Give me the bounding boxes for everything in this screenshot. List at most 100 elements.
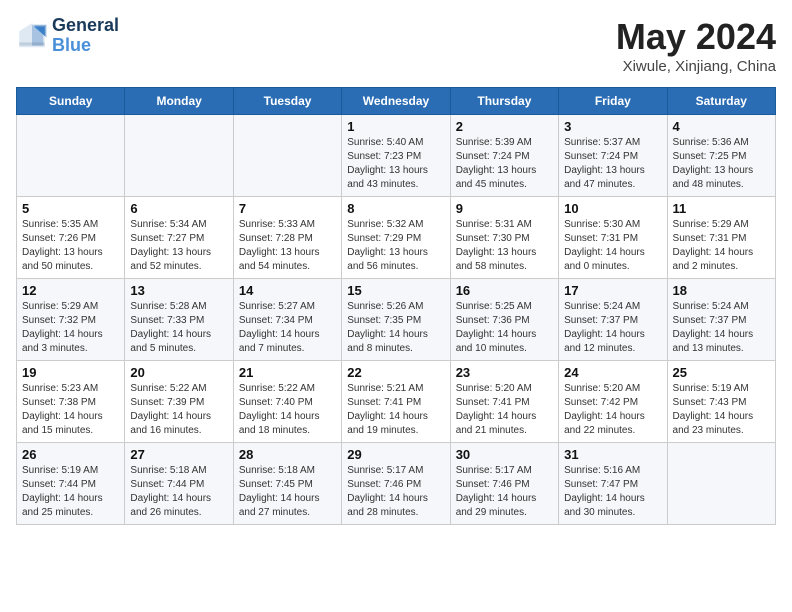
cell-info: Sunrise: 5:34 AM Sunset: 7:27 PM Dayligh… — [130, 218, 227, 274]
calendar-cell: 27 Sunrise: 5:18 AM Sunset: 7:44 PM Dayli… — [125, 443, 233, 525]
day-number: 1 — [347, 119, 444, 134]
day-header-friday: Friday — [559, 88, 667, 115]
day-number: 20 — [130, 365, 227, 380]
cell-info: Sunrise: 5:29 AM Sunset: 7:31 PM Dayligh… — [673, 218, 770, 274]
day-number: 2 — [456, 119, 553, 134]
calendar-cell: 24 Sunrise: 5:20 AM Sunset: 7:42 PM Dayli… — [559, 361, 667, 443]
day-number: 17 — [564, 283, 661, 298]
week-row-5: 26 Sunrise: 5:19 AM Sunset: 7:44 PM Dayli… — [17, 443, 776, 525]
cell-info: Sunrise: 5:17 AM Sunset: 7:46 PM Dayligh… — [456, 464, 553, 520]
week-row-4: 19 Sunrise: 5:23 AM Sunset: 7:38 PM Dayli… — [17, 361, 776, 443]
cell-info: Sunrise: 5:18 AM Sunset: 7:45 PM Dayligh… — [239, 464, 336, 520]
calendar-cell: 21Sunrise: 5:22 AM Sunset: 7:40 PM Dayli… — [233, 361, 341, 443]
day-header-monday: Monday — [125, 88, 233, 115]
cell-info: Sunrise: 5:30 AM Sunset: 7:31 PM Dayligh… — [564, 218, 661, 274]
cell-info: Sunrise: 5:19 AM Sunset: 7:44 PM Dayligh… — [22, 464, 119, 520]
day-number: 28 — [239, 447, 336, 462]
day-number: 25 — [673, 365, 770, 380]
calendar-cell: 15 Sunrise: 5:26 AM Sunset: 7:35 PM Dayli… — [342, 279, 450, 361]
cell-info: Sunrise: 5:20 AM Sunset: 7:42 PM Dayligh… — [564, 382, 661, 438]
page-header: General Blue May 2024 Xiwule, Xinjiang, … — [16, 16, 776, 75]
day-number: 19 — [22, 365, 119, 380]
cell-info: Sunrise: 5:22 AM Sunset: 7:39 PM Dayligh… — [130, 382, 227, 438]
day-number: 29 — [347, 447, 444, 462]
day-number: 4 — [673, 119, 770, 134]
day-number: 7 — [239, 201, 336, 216]
calendar-cell: 29 Sunrise: 5:17 AM Sunset: 7:46 PM Dayli… — [342, 443, 450, 525]
cell-info: Sunrise: 5:33 AM Sunset: 7:28 PM Dayligh… — [239, 218, 336, 274]
calendar-cell — [667, 443, 775, 525]
day-number: 27 — [130, 447, 227, 462]
day-number: 22 — [347, 365, 444, 380]
day-number: 5 — [22, 201, 119, 216]
cell-info: Sunrise: 5:23 AM Sunset: 7:38 PM Dayligh… — [22, 382, 119, 438]
calendar-cell — [17, 115, 125, 197]
cell-info: Sunrise: 5:17 AM Sunset: 7:46 PM Dayligh… — [347, 464, 444, 520]
day-number: 18 — [673, 283, 770, 298]
calendar-cell: 18Sunrise: 5:24 AM Sunset: 7:37 PM Dayli… — [667, 279, 775, 361]
week-row-1: 1Sunrise: 5:40 AM Sunset: 7:23 PM Daylig… — [17, 115, 776, 197]
day-number: 31 — [564, 447, 661, 462]
day-number: 15 — [347, 283, 444, 298]
calendar-cell: 20 Sunrise: 5:22 AM Sunset: 7:39 PM Dayli… — [125, 361, 233, 443]
cell-info: Sunrise: 5:37 AM Sunset: 7:24 PM Dayligh… — [564, 136, 661, 192]
calendar-cell: 17 Sunrise: 5:24 AM Sunset: 7:37 PM Dayli… — [559, 279, 667, 361]
day-number: 12 — [22, 283, 119, 298]
calendar-cell: 10 Sunrise: 5:30 AM Sunset: 7:31 PM Dayli… — [559, 197, 667, 279]
month-title: May 2024 — [616, 16, 776, 58]
day-header-saturday: Saturday — [667, 88, 775, 115]
calendar-cell: 4Sunrise: 5:36 AM Sunset: 7:25 PM Daylig… — [667, 115, 775, 197]
cell-info: Sunrise: 5:24 AM Sunset: 7:37 PM Dayligh… — [564, 300, 661, 356]
calendar-cell: 13 Sunrise: 5:28 AM Sunset: 7:33 PM Dayli… — [125, 279, 233, 361]
day-header-wednesday: Wednesday — [342, 88, 450, 115]
cell-info: Sunrise: 5:28 AM Sunset: 7:33 PM Dayligh… — [130, 300, 227, 356]
day-number: 16 — [456, 283, 553, 298]
cell-info: Sunrise: 5:19 AM Sunset: 7:43 PM Dayligh… — [673, 382, 770, 438]
week-row-2: 5Sunrise: 5:35 AM Sunset: 7:26 PM Daylig… — [17, 197, 776, 279]
calendar-cell: 5Sunrise: 5:35 AM Sunset: 7:26 PM Daylig… — [17, 197, 125, 279]
logo: General Blue — [16, 16, 119, 56]
cell-info: Sunrise: 5:26 AM Sunset: 7:35 PM Dayligh… — [347, 300, 444, 356]
day-header-thursday: Thursday — [450, 88, 558, 115]
calendar-cell: 2 Sunrise: 5:39 AM Sunset: 7:24 PM Daylig… — [450, 115, 558, 197]
calendar-cell: 23 Sunrise: 5:20 AM Sunset: 7:41 PM Dayli… — [450, 361, 558, 443]
calendar-cell: 26 Sunrise: 5:19 AM Sunset: 7:44 PM Dayli… — [17, 443, 125, 525]
cell-info: Sunrise: 5:18 AM Sunset: 7:44 PM Dayligh… — [130, 464, 227, 520]
calendar-cell: 9Sunrise: 5:31 AM Sunset: 7:30 PM Daylig… — [450, 197, 558, 279]
cell-info: Sunrise: 5:16 AM Sunset: 7:47 PM Dayligh… — [564, 464, 661, 520]
day-number: 14 — [239, 283, 336, 298]
day-number: 6 — [130, 201, 227, 216]
cell-info: Sunrise: 5:22 AM Sunset: 7:40 PM Dayligh… — [239, 382, 336, 438]
cell-info: Sunrise: 5:39 AM Sunset: 7:24 PM Dayligh… — [456, 136, 553, 192]
day-number: 24 — [564, 365, 661, 380]
calendar-cell: 1Sunrise: 5:40 AM Sunset: 7:23 PM Daylig… — [342, 115, 450, 197]
calendar-cell: 19 Sunrise: 5:23 AM Sunset: 7:38 PM Dayli… — [17, 361, 125, 443]
day-number: 23 — [456, 365, 553, 380]
calendar-cell — [233, 115, 341, 197]
cell-info: Sunrise: 5:29 AM Sunset: 7:32 PM Dayligh… — [22, 300, 119, 356]
day-number: 26 — [22, 447, 119, 462]
day-number: 30 — [456, 447, 553, 462]
cell-info: Sunrise: 5:20 AM Sunset: 7:41 PM Dayligh… — [456, 382, 553, 438]
day-number: 10 — [564, 201, 661, 216]
title-block: May 2024 Xiwule, Xinjiang, China — [616, 16, 776, 75]
cell-info: Sunrise: 5:32 AM Sunset: 7:29 PM Dayligh… — [347, 218, 444, 274]
week-row-3: 12 Sunrise: 5:29 AM Sunset: 7:32 PM Dayli… — [17, 279, 776, 361]
calendar-cell: 12 Sunrise: 5:29 AM Sunset: 7:32 PM Dayli… — [17, 279, 125, 361]
calendar-cell: 30 Sunrise: 5:17 AM Sunset: 7:46 PM Dayli… — [450, 443, 558, 525]
calendar-cell: 14 Sunrise: 5:27 AM Sunset: 7:34 PM Dayli… — [233, 279, 341, 361]
calendar-cell: 11Sunrise: 5:29 AM Sunset: 7:31 PM Dayli… — [667, 197, 775, 279]
day-number: 13 — [130, 283, 227, 298]
day-header-tuesday: Tuesday — [233, 88, 341, 115]
cell-info: Sunrise: 5:27 AM Sunset: 7:34 PM Dayligh… — [239, 300, 336, 356]
calendar-cell: 6 Sunrise: 5:34 AM Sunset: 7:27 PM Daylig… — [125, 197, 233, 279]
calendar-cell: 3Sunrise: 5:37 AM Sunset: 7:24 PM Daylig… — [559, 115, 667, 197]
location: Xiwule, Xinjiang, China — [616, 58, 776, 75]
logo-text: General Blue — [52, 16, 119, 56]
calendar-cell — [125, 115, 233, 197]
day-header-sunday: Sunday — [17, 88, 125, 115]
calendar-cell: 8Sunrise: 5:32 AM Sunset: 7:29 PM Daylig… — [342, 197, 450, 279]
calendar-cell: 28 Sunrise: 5:18 AM Sunset: 7:45 PM Dayli… — [233, 443, 341, 525]
cell-info: Sunrise: 5:25 AM Sunset: 7:36 PM Dayligh… — [456, 300, 553, 356]
calendar-cell: 31 Sunrise: 5:16 AM Sunset: 7:47 PM Dayli… — [559, 443, 667, 525]
